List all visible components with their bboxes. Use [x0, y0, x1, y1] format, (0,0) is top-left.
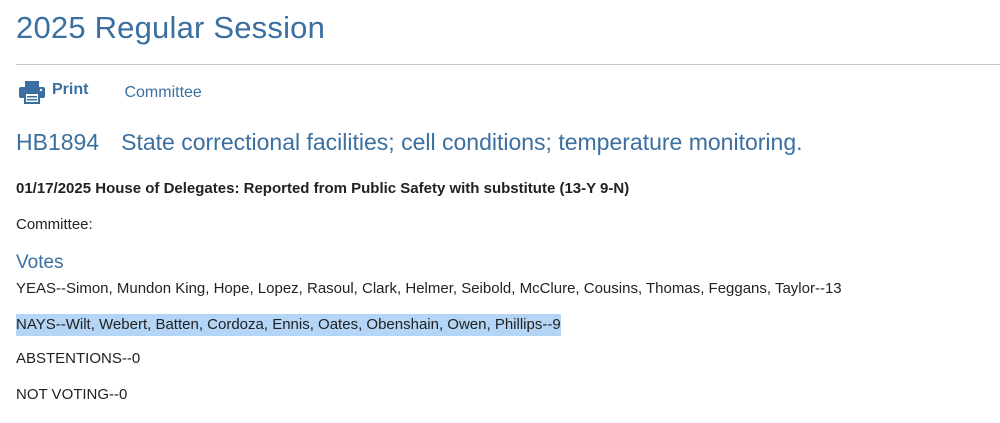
printer-icon — [18, 80, 46, 104]
bill-heading: HB1894 State correctional facilities; cel… — [16, 129, 803, 156]
print-button[interactable]: Print — [18, 80, 88, 104]
committee-field: Committee: — [16, 216, 93, 233]
votes-heading: Votes — [16, 252, 64, 273]
bill-number: HB1894 — [16, 129, 100, 155]
print-label: Print — [52, 81, 89, 98]
abstentions-line: ABSTENTIONS--0 — [16, 350, 141, 367]
page-title: 2025 Regular Session — [16, 10, 326, 45]
bill-title: State correctional facilities; cell cond… — [121, 129, 803, 155]
nays-line: NAYS--Wilt, Webert, Batten, Cordoza, Enn… — [16, 314, 561, 336]
not-voting-line: NOT VOTING--0 — [16, 386, 128, 403]
action-summary: 01/17/2025 House of Delegates: Reported … — [16, 180, 630, 197]
title-divider — [16, 64, 1000, 65]
toolbar: Print Committee — [18, 78, 202, 106]
committee-link[interactable]: Committee — [124, 84, 201, 102]
yeas-line: YEAS--Simon, Mundon King, Hope, Lopez, R… — [16, 280, 842, 297]
nays-selected-text: NAYS--Wilt, Webert, Batten, Cordoza, Enn… — [16, 314, 561, 336]
